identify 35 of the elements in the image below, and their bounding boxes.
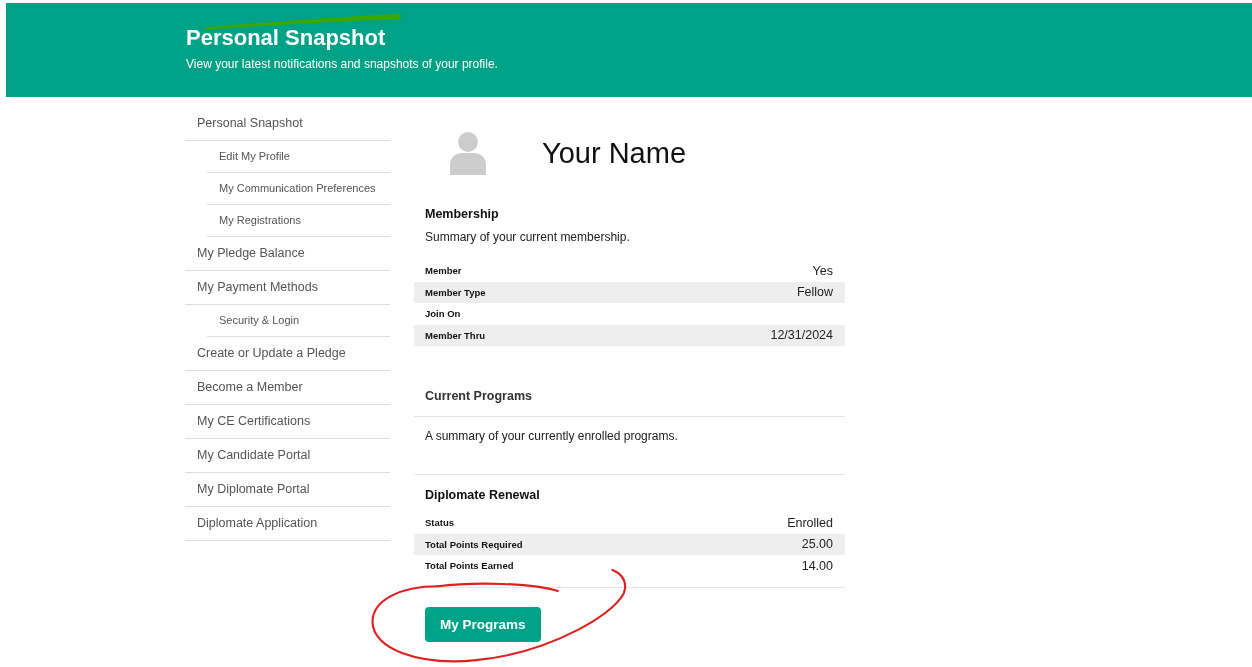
sidebar-link[interactable]: Security & Login	[207, 305, 390, 337]
row-label: Member	[425, 265, 462, 277]
row-label: Member Thru	[425, 329, 486, 341]
page-subtitle: View your latest notifications and snapshots of your profile.	[186, 57, 499, 71]
sidebar-link[interactable]: Create or Update a Pledge	[185, 337, 390, 371]
sidebar-link[interactable]: My CE Certifications	[185, 405, 390, 439]
row-label: Total Points Earned	[425, 560, 514, 572]
sidebar-link[interactable]: Become a Member	[185, 371, 390, 405]
row-label: Total Points Required	[425, 538, 523, 550]
sidebar-link[interactable]: Edit My Profile	[207, 141, 390, 173]
row-value: Yes	[812, 263, 833, 278]
row-label: Member Type	[425, 286, 486, 298]
avatar-icon	[448, 131, 488, 175]
section-title: Membership	[424, 207, 500, 221]
sidebar-link[interactable]: My Communication Preferences	[207, 173, 390, 205]
row-label: Status	[425, 517, 455, 529]
page-title: Personal Snapshot	[186, 25, 386, 51]
section-summary: Summary of your current membership.	[424, 230, 631, 244]
row-value: 12/31/2024	[770, 328, 833, 343]
sidebar-link[interactable]: Personal Snapshot	[185, 107, 390, 141]
sidebar-link[interactable]: My Payment Methods	[185, 271, 390, 305]
sidebar-link[interactable]: My Registrations	[207, 205, 390, 237]
section-title: Diplomate Renewal	[424, 488, 541, 502]
section-title: Current Programs	[414, 386, 845, 417]
sidebar-link[interactable]: My Pledge Balance	[185, 237, 390, 271]
row-value: 25.00	[801, 537, 833, 552]
sidebar-link[interactable]: My Candidate Portal	[185, 439, 390, 473]
sidebar-link[interactable]: Diplomate Application	[185, 507, 390, 541]
row-value: Enrolled	[787, 515, 833, 530]
sidebar-link[interactable]: My Diplomate Portal	[185, 473, 390, 507]
row-value: 14.00	[801, 558, 833, 573]
row-value: Fellow	[796, 285, 833, 300]
row-label: Join On	[425, 308, 461, 320]
profile-name: Your Name	[542, 136, 686, 170]
section-summary: A summary of your currently enrolled programs.	[414, 417, 845, 475]
